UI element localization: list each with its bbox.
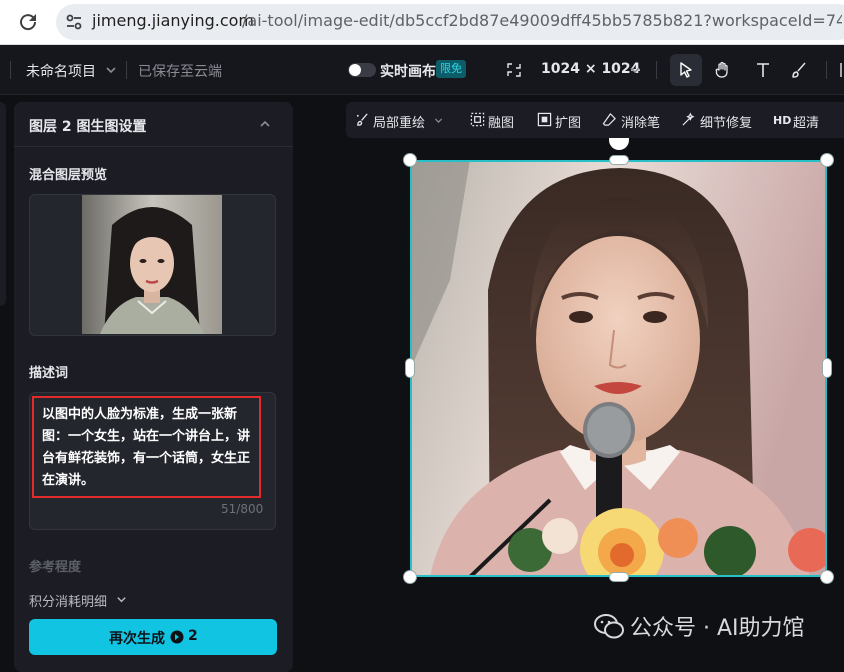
- header-divider: [126, 61, 127, 79]
- tool-detail-repair[interactable]: 细节修复: [700, 112, 752, 131]
- cursor-icon: [680, 62, 692, 78]
- resize-handle-bottom-right[interactable]: [821, 571, 833, 583]
- free-badge: 限免: [436, 60, 466, 78]
- header-divider: [826, 61, 827, 79]
- chevron-down-icon[interactable]: [628, 63, 642, 77]
- prompt-label: 描述词: [29, 366, 69, 381]
- site-settings-icon[interactable]: [64, 12, 84, 32]
- tool-inpaint[interactable]: 局部重绘: [373, 112, 425, 131]
- inpaint-icon: [356, 113, 368, 126]
- chevron-down-icon[interactable]: [115, 593, 128, 606]
- chevron-down-icon[interactable]: [104, 63, 118, 77]
- regenerate-label[interactable]: 再次生成: [109, 628, 165, 648]
- tool-expand[interactable]: 扩图: [555, 112, 581, 131]
- project-name[interactable]: 未命名项目: [26, 61, 96, 81]
- chevron-down-icon[interactable]: [433, 115, 444, 126]
- selection-frame[interactable]: [410, 160, 827, 577]
- browser-bar: jimeng.jianying.com /ai-tool/image-edit/…: [0, 0, 844, 45]
- resize-handle-top-left[interactable]: [404, 154, 416, 166]
- eraser-icon: [602, 113, 616, 126]
- resize-handle-top[interactable]: [610, 156, 628, 164]
- watermark-text: 公众号 · AI助力馆: [630, 616, 805, 641]
- brush-icon[interactable]: [790, 61, 808, 79]
- more-icon[interactable]: [836, 61, 844, 79]
- preview-label: 混合图层预览: [29, 168, 108, 183]
- settings-panel: [14, 102, 293, 672]
- url-host: jimeng.jianying.com: [92, 11, 255, 30]
- hand-icon[interactable]: [714, 61, 732, 79]
- app-header: 未命名项目 已保存至云端 实时画布 限免 1024 × 1024: [0, 45, 844, 95]
- tool-blend[interactable]: 融图: [488, 112, 514, 131]
- canvas-size[interactable]: 1024 × 1024: [541, 61, 640, 77]
- blend-icon: [470, 112, 485, 127]
- select-tool-button[interactable]: [670, 54, 702, 86]
- reference-label: 参考程度: [29, 560, 82, 575]
- tool-upscale[interactable]: 超清: [793, 112, 819, 131]
- resize-handle-right[interactable]: [823, 359, 831, 377]
- wechat-icon: [594, 614, 624, 639]
- detail-repair-icon: [682, 112, 695, 126]
- tool-eraser[interactable]: 消除笔: [621, 112, 660, 131]
- resize-handle-bottom[interactable]: [610, 573, 628, 581]
- url-path: /ai-tool/image-edit/db5ccf2bd87e49009dff…: [242, 11, 842, 30]
- chevron-up-icon[interactable]: [258, 117, 272, 131]
- resize-icon[interactable]: [506, 62, 522, 78]
- resize-handle-left[interactable]: [406, 359, 414, 377]
- hd-icon: HD: [773, 114, 792, 127]
- prompt-text[interactable]: 以图中的人脸为标准，生成一张新图：一个女生，站在一个讲台上，讲台有鲜花装饰，有一…: [42, 404, 256, 492]
- expand-icon: [537, 112, 552, 127]
- preview-portrait: [82, 195, 222, 334]
- credit-icon: [170, 630, 184, 644]
- regenerate-cost: 2: [188, 628, 198, 644]
- rotate-handle[interactable]: [609, 138, 629, 150]
- text-tool-icon[interactable]: [754, 61, 772, 79]
- cost-detail-label[interactable]: 积分消耗明细: [29, 591, 107, 610]
- save-status: 已保存至云端: [138, 64, 222, 80]
- realtime-label: 实时画布: [380, 64, 436, 80]
- header-divider: [10, 61, 11, 79]
- realtime-toggle[interactable]: [348, 63, 376, 77]
- header-divider: [656, 61, 657, 79]
- collapsed-side-strip: [0, 102, 6, 306]
- char-count: 51/800: [221, 502, 264, 516]
- panel-title: 图层 2 图生图设置: [29, 119, 147, 135]
- resize-handle-bottom-left[interactable]: [404, 571, 416, 583]
- resize-handle-top-right[interactable]: [821, 154, 833, 166]
- panel-divider: [14, 146, 293, 147]
- reload-icon[interactable]: [16, 10, 40, 34]
